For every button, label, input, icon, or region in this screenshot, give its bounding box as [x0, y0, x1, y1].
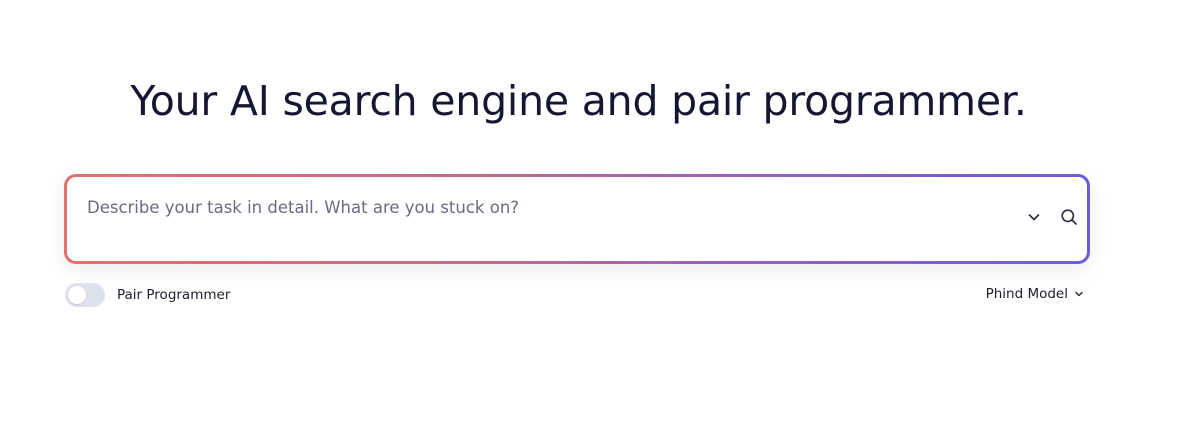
page: Your AI search engine and pair programme… — [0, 0, 1185, 442]
pair-programmer-label: Pair Programmer — [117, 287, 231, 303]
expand-options-button[interactable] — [1023, 206, 1045, 228]
search-input[interactable] — [87, 193, 987, 221]
pair-programmer-toggle[interactable] — [65, 283, 105, 307]
search-box — [64, 174, 1090, 264]
search-icon — [1061, 209, 1077, 225]
page-title: Your AI search engine and pair programme… — [130, 77, 1027, 125]
toggle-knob — [68, 286, 86, 304]
model-select-label: Phind Model — [985, 286, 1068, 302]
chevron-down-icon — [1075, 291, 1083, 297]
search-submit-button[interactable] — [1058, 206, 1080, 228]
model-select[interactable]: Phind Model — [986, 285, 1084, 303]
search-box-inner — [67, 177, 1087, 261]
chevron-down-icon — [1028, 214, 1040, 221]
